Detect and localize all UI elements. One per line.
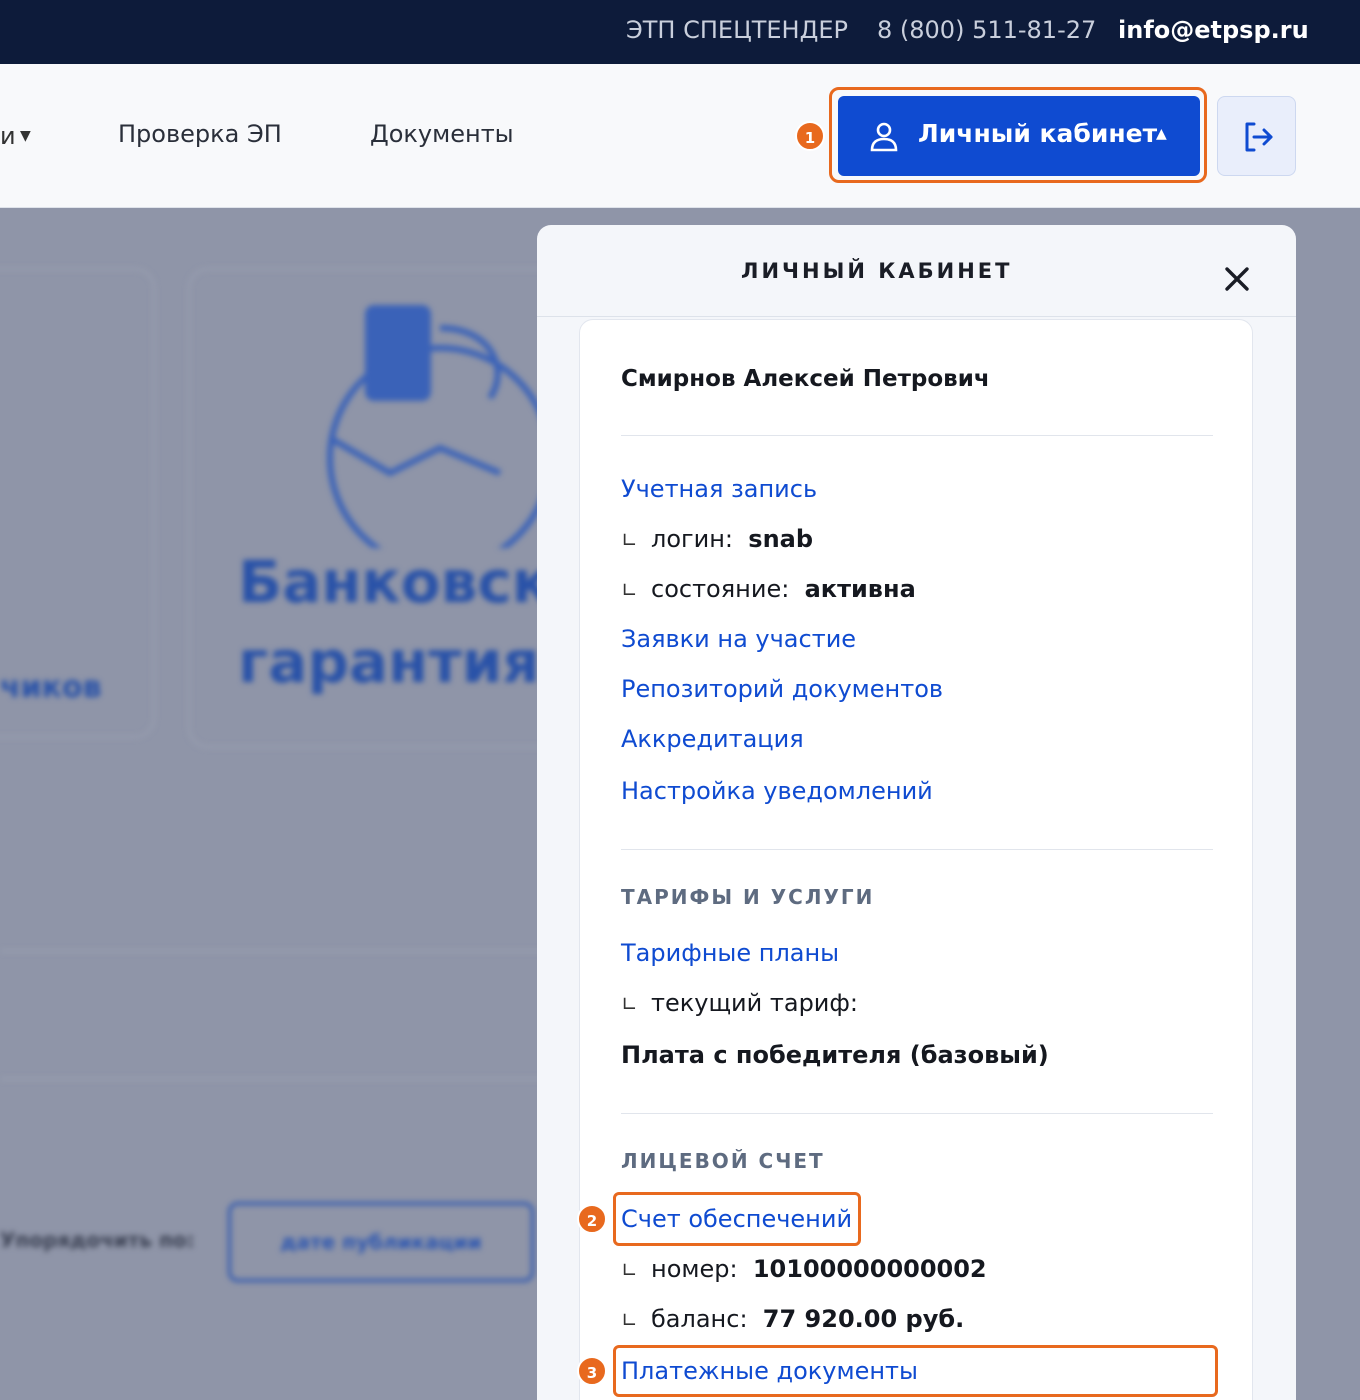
service-card-participants: [0, 268, 155, 738]
login-label: логин:: [651, 525, 734, 553]
panel-title: ЛИЧНЫЙ КАБИНЕТ: [741, 259, 1013, 283]
user-name: Смирнов Алексей Петрович: [621, 366, 990, 392]
brand-name[interactable]: ЭТП СПЕЦТЕНДЕР: [626, 16, 848, 44]
divider: [0, 1078, 560, 1080]
step-badge-1: 1: [795, 121, 825, 151]
account-number-row: ∟ номер: 10100000000002: [621, 1255, 987, 1283]
logout-icon: [1245, 122, 1273, 152]
step-badge-3: 3: [577, 1356, 607, 1386]
login-value: snab: [748, 525, 814, 553]
step-badge-2: 2: [577, 1204, 607, 1234]
current-tariff-value: Плата с победителя (базовый): [621, 1041, 1049, 1069]
tariff-plans-link[interactable]: Тарифные планы: [621, 939, 839, 967]
card-left-text: чиков: [0, 670, 102, 705]
divider: [621, 435, 1213, 436]
divider: [621, 1113, 1213, 1114]
divider: [0, 950, 560, 952]
logout-button[interactable]: [1217, 96, 1296, 176]
accreditation-link[interactable]: Аккредитация: [621, 725, 804, 753]
sort-label: Упорядочить по:: [0, 1228, 195, 1252]
nav-check-ep[interactable]: Проверка ЭП: [118, 120, 282, 148]
notifications-link[interactable]: Настройка уведомлений: [621, 777, 933, 805]
personal-cabinet-label: Личный кабинет: [918, 119, 1158, 148]
nav-item-partial[interactable]: и: [0, 122, 16, 150]
current-tariff-label: текущий тариф:: [651, 989, 858, 1017]
bank-guarantee-line-2: гарантия: [238, 628, 540, 696]
state-row: ∟ состояние: активна: [621, 575, 916, 603]
balance-value: 77 920.00 руб.: [762, 1305, 965, 1333]
state-label: состояние:: [651, 575, 790, 603]
caret-down-icon[interactable]: ▼: [20, 128, 31, 144]
account-link[interactable]: Учетная запись: [621, 475, 817, 503]
user-icon: [870, 122, 898, 152]
sort-select[interactable]: дате публикации: [228, 1202, 534, 1282]
nav-documents[interactable]: Документы: [370, 120, 514, 148]
state-value: активна: [804, 575, 916, 603]
top-bar: ЭТП СПЕЦТЕНДЕР 8 (800) 511-81-27 info@et…: [0, 0, 1360, 64]
applications-link[interactable]: Заявки на участие: [621, 625, 856, 653]
close-icon[interactable]: [1223, 265, 1251, 293]
panel-header: ЛИЧНЫЙ КАБИНЕТ: [537, 225, 1296, 317]
personal-account-section-title: ЛИЦЕВОЙ СЧЕТ: [621, 1149, 825, 1173]
phone-number[interactable]: 8 (800) 511-81-27: [877, 16, 1096, 44]
number-value: 10100000000002: [752, 1255, 987, 1283]
divider: [621, 849, 1213, 850]
caret-up-icon: ▲: [1156, 126, 1167, 142]
personal-cabinet-button[interactable]: Личный кабинет ▲: [838, 96, 1200, 176]
handshake-illustration-icon: [327, 305, 550, 548]
highlight-security-account: [613, 1192, 861, 1246]
highlight-payment-documents: [613, 1345, 1218, 1397]
repository-link[interactable]: Репозиторий документов: [621, 675, 943, 703]
balance-label: баланс:: [651, 1305, 748, 1333]
current-tariff-row: ∟ текущий тариф:: [621, 989, 858, 1017]
login-row: ∟ логин: snab: [621, 525, 814, 553]
number-label: номер:: [651, 1255, 738, 1283]
email-link[interactable]: info@etpsp.ru: [1118, 16, 1309, 44]
tariffs-section-title: ТАРИФЫ И УСЛУГИ: [621, 885, 875, 909]
balance-row: ∟ баланс: 77 920.00 руб.: [621, 1305, 965, 1333]
